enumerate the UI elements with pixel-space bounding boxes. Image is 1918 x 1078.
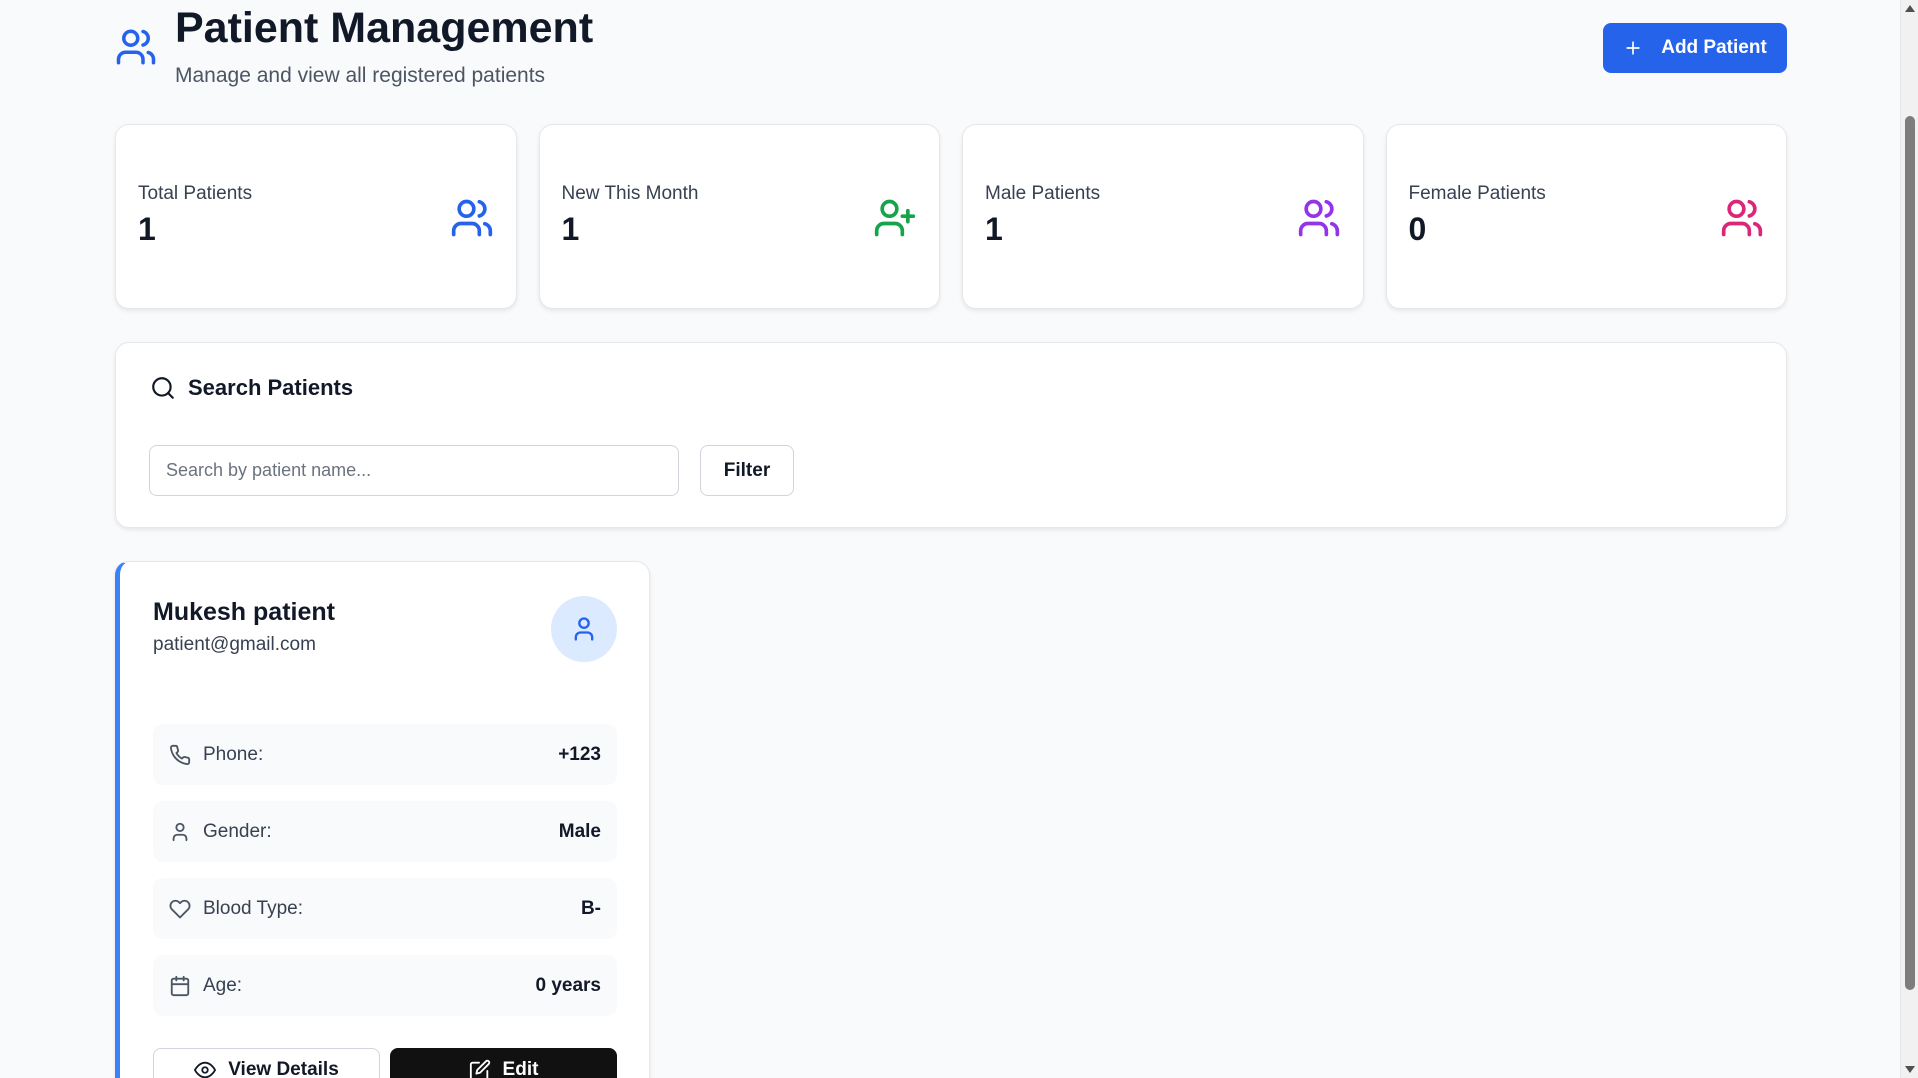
patient-name: Mukesh patient <box>153 598 335 626</box>
stat-value: 1 <box>985 211 1003 247</box>
edit-label: Edit <box>502 1059 539 1078</box>
gender-label: Gender: <box>203 820 272 842</box>
calendar-icon <box>170 975 190 996</box>
blood-type-row: Blood Type: B- <box>153 878 617 939</box>
search-heading: Search Patients <box>150 375 353 401</box>
card-actions: View Details Edit <box>153 1048 617 1078</box>
heart-icon <box>169 899 191 918</box>
users-icon <box>1297 196 1341 240</box>
vertical-scrollbar[interactable] <box>1900 0 1918 1078</box>
page-subtitle: Manage and view all registered patients <box>175 64 546 87</box>
edit-icon <box>469 1059 490 1078</box>
phone-row: Phone: +123 <box>153 724 617 785</box>
avatar <box>551 596 617 662</box>
view-details-label: View Details <box>228 1059 339 1078</box>
user-icon <box>172 822 188 841</box>
page-header: Patient Management Manage and view all r… <box>115 0 1787 100</box>
patient-email: patient@gmail.com <box>153 634 316 655</box>
gender-value: Male <box>558 820 601 842</box>
age-label: Age: <box>203 974 243 996</box>
stat-value: 1 <box>138 211 156 247</box>
filter-button[interactable]: Filter <box>700 445 794 496</box>
stat-label: Female Patients <box>1408 183 1546 204</box>
gender-row: Gender: Male <box>153 801 617 862</box>
search-input[interactable] <box>149 445 679 496</box>
stat-card-male: Male Patients 1 <box>962 124 1364 309</box>
stat-value: 0 <box>1408 211 1427 247</box>
age-value: 0 years <box>535 974 601 996</box>
phone-label: Phone: <box>203 743 264 765</box>
stats-row: Total Patients 1 New This Month 1 Male P… <box>115 124 1787 309</box>
stat-label: Male Patients <box>985 183 1101 204</box>
add-patient-label: Add Patient <box>1661 37 1767 58</box>
scrollbar-thumb[interactable] <box>1905 116 1915 990</box>
plus-icon <box>1626 41 1640 55</box>
user-icon <box>574 617 594 641</box>
eye-icon <box>194 1061 217 1078</box>
stat-card-female: Female Patients 0 <box>1385 124 1787 309</box>
stat-value: 1 <box>561 211 580 247</box>
blood-type-value: B- <box>580 897 601 919</box>
phone-value: +123 <box>558 743 601 765</box>
phone-icon <box>170 744 191 765</box>
users-icon <box>450 196 494 240</box>
user-plus-icon <box>873 196 917 240</box>
age-row: Age: 0 years <box>153 955 617 1016</box>
page-title: Patient Management <box>175 4 594 52</box>
users-icon <box>1720 196 1764 240</box>
scroll-up-arrow-icon[interactable] <box>1905 5 1915 12</box>
stat-card-total: Total Patients 1 <box>115 124 517 309</box>
stat-label: New This Month <box>561 183 699 204</box>
search-icon <box>152 377 174 399</box>
edit-button[interactable]: Edit <box>390 1048 617 1078</box>
search-title: Search Patients <box>188 375 354 400</box>
add-patient-button[interactable]: Add Patient <box>1603 23 1787 73</box>
stat-card-new-this-month: New This Month 1 <box>538 124 940 309</box>
patient-card: Mukesh patient patient@gmail.com Phone: … <box>115 561 650 1078</box>
stat-label: Total Patients <box>138 183 253 204</box>
scroll-down-arrow-icon[interactable] <box>1905 1066 1915 1073</box>
view-details-button[interactable]: View Details <box>153 1048 380 1078</box>
users-icon <box>115 26 157 68</box>
search-card: Search Patients Filter <box>115 342 1787 528</box>
patient-management-page: Patient Management Manage and view all r… <box>0 0 1900 1078</box>
blood-type-label: Blood Type: <box>203 897 304 919</box>
